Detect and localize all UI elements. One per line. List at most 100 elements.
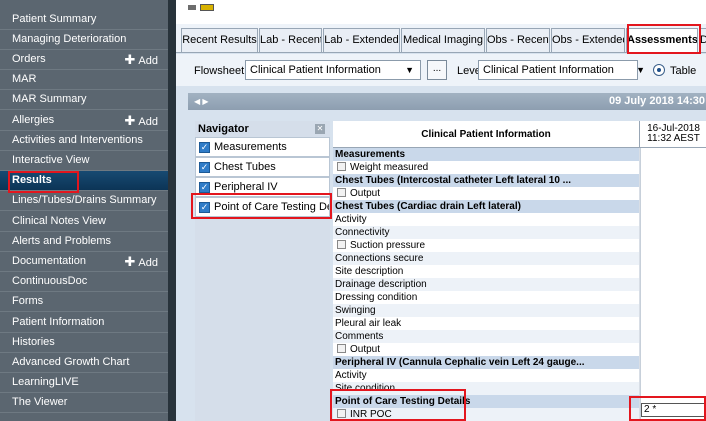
grid-row[interactable]: Activity	[333, 213, 706, 226]
results-tab[interactable]: Medical Imaging	[401, 28, 485, 52]
chevron-down-icon: ▼	[636, 65, 645, 75]
menu-item[interactable]: ContinuousDoc	[0, 272, 168, 292]
results-tab[interactable]: Obs - Extended	[551, 28, 625, 52]
toolbar-icon[interactable]	[188, 5, 196, 10]
grid-row-text: Chest Tubes (Cardiac drain Left lateral)	[335, 201, 521, 212]
menu-item-label: Allergies	[12, 114, 55, 126]
grid-row[interactable]: Weight measured	[333, 161, 706, 174]
menu-item[interactable]: Managing Deterioration	[0, 30, 168, 50]
row-checkbox-icon[interactable]	[337, 344, 346, 353]
grid-row-value[interactable]	[642, 330, 706, 343]
grid-row-value[interactable]	[642, 226, 706, 239]
grid-row[interactable]: Connectivity	[333, 226, 706, 239]
grid-row[interactable]: Dressing condition	[333, 291, 706, 304]
date-range-bar: ◀ ▶ 09 July 2018 14:30	[188, 93, 706, 110]
navigator-title: Navigator	[198, 123, 249, 135]
navigator-item[interactable]: ✓ Measurements	[195, 137, 330, 157]
grid-row-value[interactable]	[642, 200, 706, 213]
menu-splitter[interactable]	[168, 0, 176, 421]
menu-item[interactable]: Patient Information	[0, 313, 168, 333]
table-view-radio[interactable]	[653, 64, 665, 76]
menu-item[interactable]: Allergies ✚ Add	[0, 111, 168, 131]
grid-row[interactable]: Connections secure	[333, 252, 706, 265]
menu-item[interactable]: Histories	[0, 333, 168, 353]
menu-item[interactable]: MAR	[0, 70, 168, 90]
menu-item[interactable]: The Viewer	[0, 393, 168, 413]
menu-item[interactable]: Documentation ✚ Add	[0, 252, 168, 272]
add-button[interactable]: ✚ Add	[125, 111, 158, 132]
grid-row-value[interactable]	[642, 265, 706, 278]
close-icon[interactable]: ✕	[315, 124, 325, 134]
results-tab[interactable]: Obs - Recent	[486, 28, 550, 52]
results-tab[interactable]: Lab - Extended	[323, 28, 400, 52]
menu-item-label: Interactive View	[12, 154, 90, 166]
grid-row[interactable]: Swinging	[333, 304, 706, 317]
grid-row[interactable]: Peripheral IV (Cannula Cephalic vein Lef…	[333, 356, 706, 369]
menu-item-label: Histories	[12, 336, 55, 348]
grid-row-text: Measurements	[335, 149, 406, 160]
results-tab[interactable]: Lab - Recent	[259, 28, 322, 52]
menu-item[interactable]: Clinical Notes View	[0, 212, 168, 232]
date-nav-arrows-icon[interactable]: ◀ ▶	[194, 93, 209, 110]
grid-row-value[interactable]	[642, 356, 706, 369]
row-checkbox-icon[interactable]	[337, 188, 346, 197]
menu-item[interactable]: Forms	[0, 292, 168, 312]
grid-row-label: Measurements	[333, 148, 640, 161]
grid-row-value[interactable]	[642, 213, 706, 226]
menu-item[interactable]: Advanced Growth Chart	[0, 353, 168, 373]
menu-item-label: Orders	[12, 53, 46, 65]
highlight-assessments-tab	[627, 24, 701, 54]
grid-row-value[interactable]	[642, 161, 706, 174]
grid-row-value[interactable]	[642, 148, 706, 161]
level-select[interactable]: Clinical Patient Information ▼	[478, 60, 645, 80]
grid-row-value[interactable]	[642, 382, 706, 395]
add-button[interactable]: ✚ Add	[125, 50, 158, 71]
grid-row[interactable]: Activity	[333, 369, 706, 382]
menu-item[interactable]: Patient Summary	[0, 10, 168, 30]
navigator-item[interactable]: ✓ Chest Tubes	[195, 157, 330, 177]
highlight-poc-section	[330, 389, 466, 421]
menu-item[interactable]: Alerts and Problems	[0, 232, 168, 252]
add-button[interactable]: ✚ Add	[125, 252, 158, 273]
grid-row[interactable]: Chest Tubes (Cardiac drain Left lateral)	[333, 200, 706, 213]
checkbox-icon[interactable]: ✓	[199, 162, 210, 173]
grid-row-value[interactable]	[642, 369, 706, 382]
grid-row-value[interactable]	[642, 278, 706, 291]
menu-item[interactable]: MAR Summary	[0, 90, 168, 110]
checkbox-icon[interactable]: ✓	[199, 182, 210, 193]
grid-row[interactable]: Site description	[333, 265, 706, 278]
grid-row[interactable]: Output	[333, 187, 706, 200]
grid-row-value[interactable]	[642, 291, 706, 304]
results-tab[interactable]: Recent Results	[181, 28, 258, 52]
menu-item[interactable]: Activities and Interventions	[0, 131, 168, 151]
grid-row[interactable]: Suction pressure	[333, 239, 706, 252]
grid-row-value[interactable]	[642, 174, 706, 187]
toolbar-alert-icon[interactable]	[200, 4, 214, 11]
grid-row-text: Suction pressure	[350, 240, 426, 251]
row-checkbox-icon[interactable]	[337, 162, 346, 171]
menu-item-label: Documentation	[12, 255, 86, 267]
grid-row-value[interactable]	[642, 343, 706, 356]
grid-row[interactable]: Pleural air leak	[333, 317, 706, 330]
grid-row-value[interactable]	[642, 187, 706, 200]
grid-row-value[interactable]	[642, 304, 706, 317]
grid-row[interactable]: Output	[333, 343, 706, 356]
grid-row-text: Weight measured	[350, 162, 429, 173]
grid-row-value[interactable]	[642, 239, 706, 252]
menu-item[interactable]: Interactive View	[0, 151, 168, 171]
grid-row[interactable]: Measurements	[333, 148, 706, 161]
menu-item-label: Patient Summary	[12, 13, 97, 25]
grid-row[interactable]: Comments	[333, 330, 706, 343]
grid-row-value[interactable]	[642, 317, 706, 330]
checkbox-icon[interactable]: ✓	[199, 142, 210, 153]
flowsheet-select[interactable]: Clinical Patient Information ▼	[245, 60, 421, 80]
row-checkbox-icon[interactable]	[337, 240, 346, 249]
grid-row-value[interactable]	[642, 252, 706, 265]
flowsheet-browse-button[interactable]: ...	[427, 60, 447, 80]
menu-item[interactable]: Lines/Tubes/Drains Summary	[0, 191, 168, 211]
menu-item[interactable]: LearningLIVE	[0, 373, 168, 393]
menu-item[interactable]: Orders ✚ Add	[0, 50, 168, 70]
grid-row[interactable]: Drainage description	[333, 278, 706, 291]
grid-row[interactable]: Chest Tubes (Intercostal catheter Left l…	[333, 174, 706, 187]
grid-column-header[interactable]: 16-Jul-2018 11:32 AEST	[641, 124, 706, 144]
